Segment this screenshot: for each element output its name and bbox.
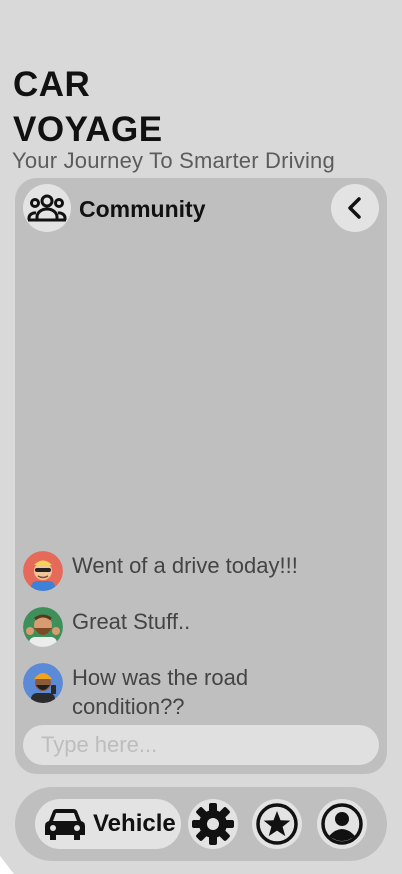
- message-item: Went of a drive today!!!: [23, 551, 298, 591]
- nav-favorites-button[interactable]: [252, 799, 302, 849]
- message-input[interactable]: [23, 725, 379, 765]
- community-title: Community: [79, 196, 206, 222]
- profile-icon: [321, 803, 363, 845]
- message-text: Went of a drive today!!!: [72, 553, 298, 578]
- nav-profile-button[interactable]: [317, 799, 367, 849]
- message-item: How was the road condition??: [23, 663, 292, 721]
- community-header: Community: [23, 184, 379, 232]
- app-title-line1: CAR: [13, 65, 91, 104]
- app-title-line2: VOYAGE: [13, 110, 163, 149]
- bottom-nav: Vehicle: [15, 787, 387, 861]
- message-item: Great Stuff..: [23, 607, 190, 647]
- community-panel: Community Went of a drive today!!! Great…: [15, 178, 387, 774]
- app-title: CAR VOYAGE: [13, 62, 163, 152]
- avatar-bearded-man: [23, 607, 63, 647]
- community-icon: [23, 184, 71, 232]
- message-text: How was the road condition??: [72, 665, 249, 719]
- corner-decoration: [0, 856, 14, 874]
- avatar-sunglasses: [23, 551, 63, 591]
- back-button[interactable]: [331, 184, 379, 232]
- app-tagline: Your Journey To Smarter Driving: [12, 148, 335, 173]
- avatar-turban-man: [23, 663, 63, 703]
- car-icon: [45, 809, 85, 840]
- nav-vehicle-button[interactable]: Vehicle: [35, 799, 181, 849]
- nav-vehicle-label: Vehicle: [93, 810, 176, 837]
- star-icon: [256, 803, 298, 845]
- message-input-wrapper: [23, 725, 379, 765]
- message-text: Great Stuff..: [72, 609, 191, 634]
- chevron-left-icon: [348, 197, 361, 219]
- gear-icon: [192, 803, 234, 845]
- nav-settings-button[interactable]: [188, 799, 238, 849]
